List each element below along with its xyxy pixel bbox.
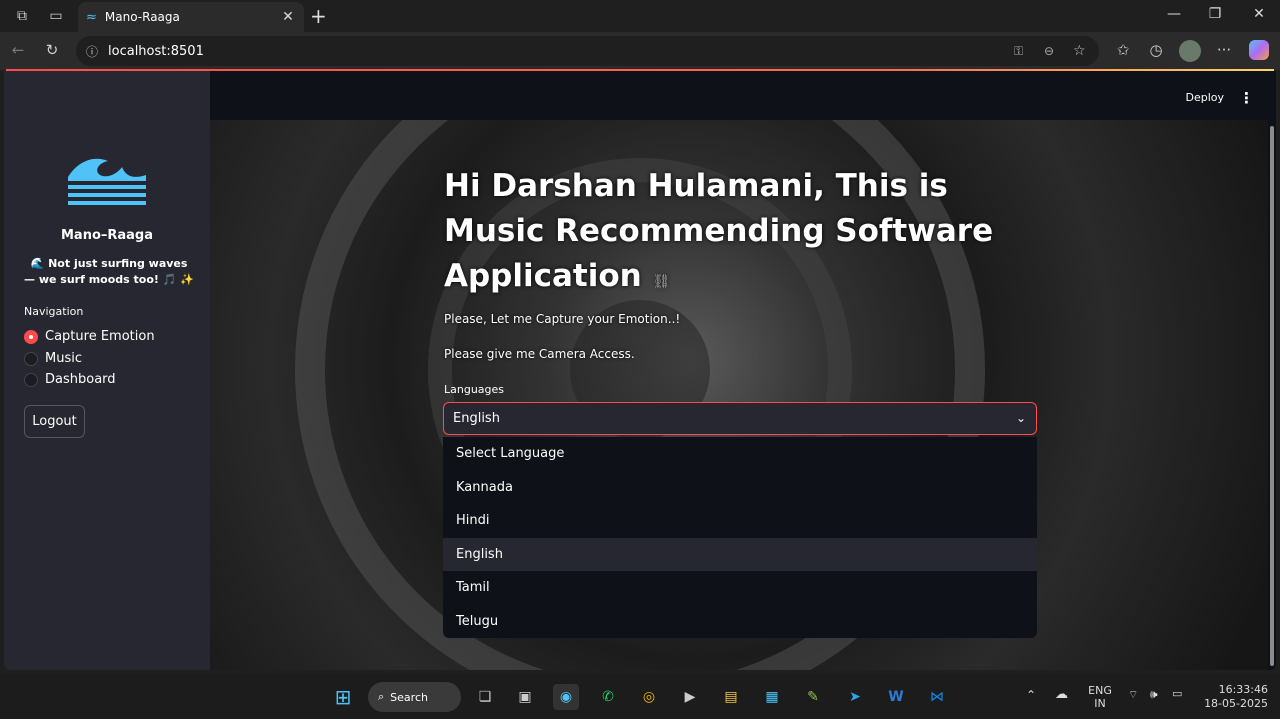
anchor-link-icon[interactable]: ⛓ (653, 274, 671, 290)
nav-radio-label: Capture Emotion (45, 329, 155, 344)
page-heading: Hi Darshan Hulamani, This is Music Recom… (444, 164, 1044, 305)
zoom-icon[interactable]: ⊖ (1044, 44, 1054, 58)
wave-logo-icon (68, 158, 146, 205)
new-tab-icon[interactable]: + (310, 4, 327, 28)
nav-radio-music[interactable]: Music (24, 351, 82, 366)
radio-selected-icon (24, 329, 38, 344)
language-option-telugu[interactable]: Telugu (443, 605, 1037, 639)
app-tagline: 🌊 Not just surfing waves — we surf moods… (24, 257, 194, 286)
close-window-icon[interactable]: ✕ (1247, 6, 1271, 26)
language-select-value: English (453, 411, 500, 426)
favicon-wave-icon: ≈ (86, 9, 97, 25)
chrome-icon[interactable]: ◎ (636, 684, 662, 710)
radio-unselected-icon (24, 351, 38, 366)
terminal-icon[interactable]: ▣ (512, 684, 538, 710)
word-icon[interactable]: W (883, 684, 909, 710)
language-option-english[interactable]: English (443, 537, 1037, 571)
nav-radio-dashboard[interactable]: Dashboard (24, 372, 116, 387)
main-scrollbar[interactable] (1268, 120, 1276, 670)
back-icon[interactable]: ← (8, 41, 28, 59)
media-player-icon[interactable]: ▶ (677, 684, 703, 710)
app-viewport: Mano–Raaga 🌊 Not just surfing waves — we… (4, 71, 1276, 670)
search-icon: ⌕ (378, 690, 385, 703)
favorite-star-icon[interactable]: ☆ (1073, 43, 1086, 59)
notes-app-icon[interactable]: ✎ (800, 684, 826, 710)
taskbar-search[interactable]: ⌕ Search (368, 682, 461, 712)
language-option-tamil[interactable]: Tamil (443, 571, 1037, 605)
main-content: Hi Darshan Hulamani, This is Music Recom… (210, 120, 1268, 670)
language-option-select[interactable]: Select Language (443, 437, 1037, 471)
favorites-icon[interactable]: ✩ (1113, 41, 1133, 59)
language-option-kannada[interactable]: Kannada (443, 471, 1037, 505)
language-code: ENG (1088, 684, 1112, 697)
radio-unselected-icon (24, 372, 38, 387)
workspaces-icon[interactable]: ⧉ (12, 6, 32, 26)
task-view-icon[interactable]: ❏ (472, 684, 498, 710)
start-icon[interactable]: ⊞ (330, 684, 356, 710)
nav-radio-capture-emotion[interactable]: Capture Emotion (24, 329, 155, 344)
clock[interactable]: 16:33:46 18-05-2025 (1194, 683, 1268, 711)
chevron-up-icon[interactable]: ⌃ (1026, 688, 1036, 702)
volume-icon[interactable]: 🕪 (1150, 687, 1158, 702)
navigation-label: Navigation (24, 305, 84, 318)
vscode-icon[interactable]: ⋈ (924, 684, 950, 710)
browser-titlebar: ⧉ ▭ ≈ Mano-Raaga ✕ + — ❐ ✕ (0, 0, 1280, 32)
restore-icon[interactable]: ❐ (1203, 6, 1227, 26)
history-icon[interactable]: ◷ (1146, 41, 1166, 59)
notepad-icon[interactable]: ▦ (759, 684, 785, 710)
refresh-icon[interactable]: ↻ (42, 41, 62, 59)
language-select[interactable]: English ⌄ (443, 402, 1037, 435)
language-option-hindi[interactable]: Hindi (443, 504, 1037, 538)
input-language-indicator[interactable]: ENG IN (1086, 684, 1114, 710)
tab-actions-icon[interactable]: ▭ (46, 6, 66, 26)
sidebar: Mano–Raaga 🌊 Not just surfing waves — we… (4, 71, 210, 670)
browser-tab[interactable]: ≈ Mano-Raaga ✕ (78, 2, 304, 32)
page-heading-text: Hi Darshan Hulamani, This is Music Recom… (444, 168, 994, 294)
clock-date: 18-05-2025 (1204, 697, 1268, 710)
whatsapp-icon[interactable]: ✆ (595, 684, 621, 710)
address-bar[interactable]: ⓘ localhost:8501 ⚿ ⊖ ☆ (76, 36, 1099, 66)
info-icon[interactable]: ⓘ (86, 43, 98, 60)
clock-time: 16:33:46 (1218, 683, 1268, 696)
capture-instruction: Please, Let me Capture your Emotion..! (444, 312, 681, 326)
key-icon[interactable]: ⚿ (1014, 44, 1023, 59)
more-options-icon[interactable]: ··· (1214, 41, 1234, 59)
wifi-icon[interactable]: ⌔ (1128, 688, 1138, 702)
deploy-button[interactable]: Deploy (1185, 91, 1224, 104)
cloud-icon[interactable]: ☁ (1055, 687, 1068, 702)
region-code: IN (1094, 697, 1106, 710)
nav-radio-label: Dashboard (45, 372, 116, 387)
windows-taskbar: ⊞ ⌕ Search ❏ ▣ ◉ ✆ ◎ ▶ ▤ ▦ ✎ ➤ W ⋈ ⌃ ☁ E… (0, 674, 1280, 719)
language-dropdown-menu: Select Language Kannada Hindi English Ta… (443, 437, 1037, 638)
chevron-down-icon: ⌄ (1015, 411, 1026, 425)
camera-instruction: Please give me Camera Access. (444, 347, 635, 361)
copilot-icon[interactable] (1249, 40, 1269, 60)
url-text: localhost:8501 (108, 43, 204, 59)
minimize-icon[interactable]: — (1162, 6, 1186, 26)
app-header: Deploy ⋮ (210, 71, 1276, 120)
nav-radio-label: Music (45, 351, 82, 366)
browser-navbar: ← ↻ ⓘ localhost:8501 ⚿ ⊖ ☆ ✩ ◷ ··· (0, 32, 1280, 70)
search-label: Search (390, 690, 428, 704)
tab-title: Mano-Raaga (104, 10, 180, 24)
languages-label: Languages (444, 383, 505, 396)
telegram-icon[interactable]: ➤ (842, 684, 868, 710)
main-menu-icon[interactable]: ⋮ (1239, 89, 1254, 107)
profile-avatar[interactable] (1179, 40, 1201, 62)
logout-button[interactable]: Logout (24, 405, 85, 438)
edge-icon[interactable]: ◉ (553, 684, 579, 710)
app-name: Mano–Raaga (60, 228, 154, 243)
close-tab-icon[interactable]: ✕ (278, 9, 298, 25)
battery-icon[interactable]: ▭ (1172, 687, 1182, 700)
file-explorer-icon[interactable]: ▤ (718, 684, 744, 710)
